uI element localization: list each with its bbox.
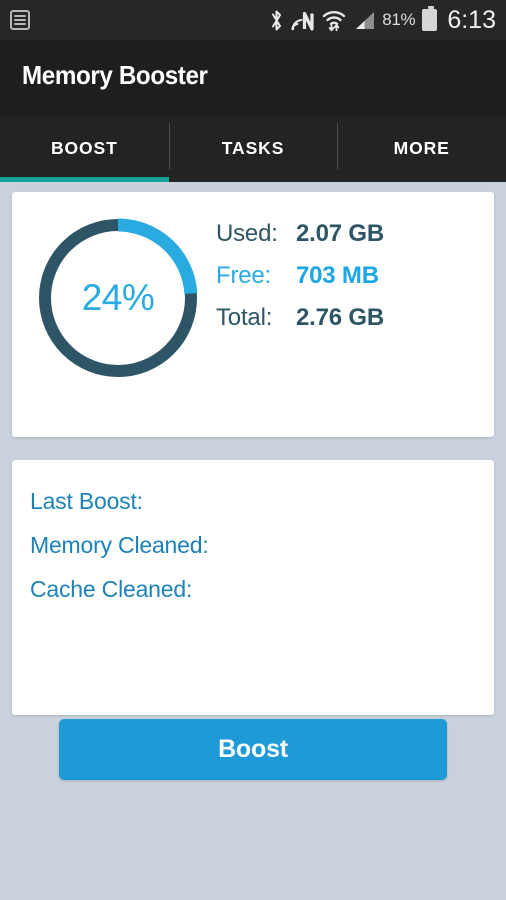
list-notification-icon xyxy=(10,10,30,30)
tab-tasks[interactable]: TASKS xyxy=(168,115,338,182)
bluetooth-icon xyxy=(269,9,284,32)
page-title: Memory Booster xyxy=(22,60,208,90)
boost-history-card: Last Boost: Memory Cleaned: Cache Cleane… xyxy=(12,460,494,715)
tab-tasks-label: TASKS xyxy=(221,138,285,158)
battery-percent-label: 81% xyxy=(382,10,416,29)
memory-stat-total-label: Total: xyxy=(216,304,273,331)
memory-stat-used: Used: 2.07 GB xyxy=(216,220,384,248)
memory-stat-total: Total: 2.76 GB xyxy=(216,304,384,332)
memory-stat-free-value: 703 MB xyxy=(296,262,379,289)
status-bar: 81% 6:13 xyxy=(0,0,506,40)
tab-boost-label: BOOST xyxy=(50,138,118,158)
last-boost-label: Last Boost: xyxy=(30,488,143,514)
tab-boost[interactable]: BOOST xyxy=(0,115,169,182)
memory-stat-total-value: 2.76 GB xyxy=(296,304,384,331)
cellular-signal-icon xyxy=(353,9,375,32)
memory-stat-used-label: Used: xyxy=(216,220,278,247)
memory-stat-used-value: 2.07 GB xyxy=(296,220,384,247)
nfc-icon xyxy=(291,9,315,32)
last-boost-row: Last Boost: xyxy=(30,488,474,515)
memory-cleaned-row: Memory Cleaned: xyxy=(30,532,474,559)
status-bar-left xyxy=(0,10,30,30)
memory-cleaned-label: Memory Cleaned: xyxy=(30,532,209,558)
app-screen: 81% 6:13 Memory Booster BOOST TASKS MORE… xyxy=(0,0,506,900)
tab-more-label: MORE xyxy=(393,138,450,158)
tab-more[interactable]: MORE xyxy=(337,115,506,182)
cache-cleaned-label: Cache Cleaned: xyxy=(30,576,193,602)
memory-stats-list: Used: 2.07 GB Free: 703 MB Total: 2.76 G… xyxy=(216,220,384,346)
wifi-icon xyxy=(322,9,346,32)
memory-stat-free: Free: 703 MB xyxy=(216,262,384,290)
memory-usage-card: 24% Used: 2.07 GB Free: 703 MB Total: 2.… xyxy=(12,192,494,437)
app-bar: Memory Booster xyxy=(0,40,506,115)
clock-label: 6:13 xyxy=(447,5,496,34)
memory-usage-gauge: 24% xyxy=(30,210,206,386)
boost-history-list: Last Boost: Memory Cleaned: Cache Cleane… xyxy=(30,488,474,620)
cache-cleaned-row: Cache Cleaned: xyxy=(30,576,474,603)
tab-bar: BOOST TASKS MORE xyxy=(0,115,506,182)
status-bar-right: 81% 6:13 xyxy=(269,6,506,35)
tab-active-indicator xyxy=(0,177,169,182)
boost-button[interactable]: Boost xyxy=(59,719,447,780)
memory-stat-free-label: Free: xyxy=(216,262,272,289)
battery-icon xyxy=(422,6,438,31)
memory-percent-label: 24% xyxy=(81,277,155,318)
